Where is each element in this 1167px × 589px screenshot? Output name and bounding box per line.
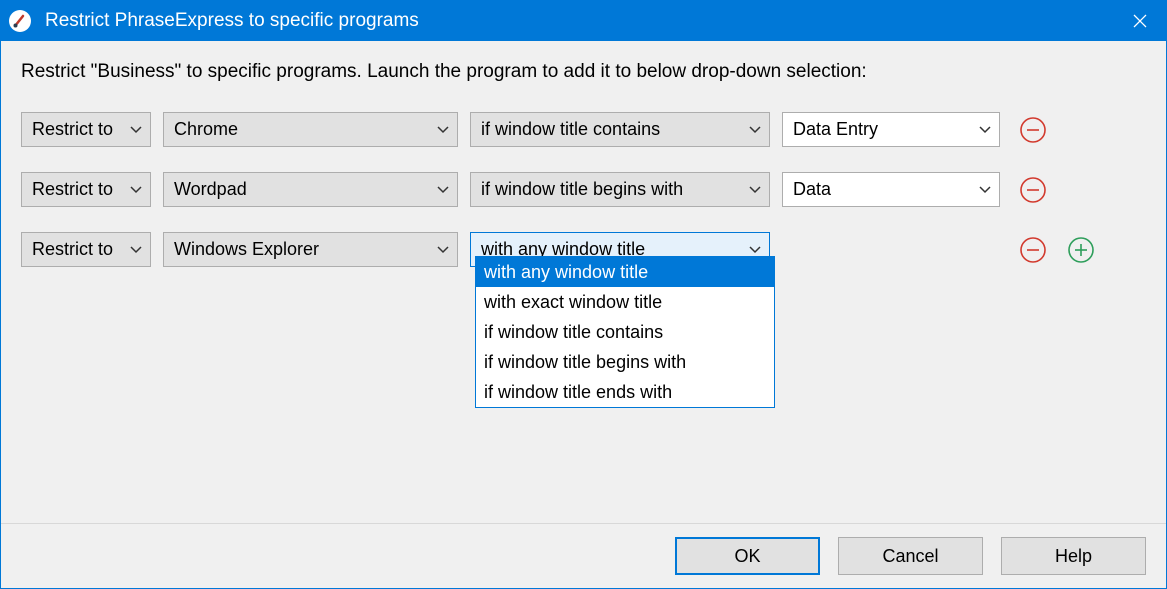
program-value: Windows Explorer [174, 239, 319, 260]
title-value: Data Entry [793, 119, 878, 140]
minus-circle-icon [1019, 236, 1047, 264]
title-value: Data [793, 179, 831, 200]
dropdown-option[interactable]: if window title contains [476, 317, 774, 347]
help-button[interactable]: Help [1001, 537, 1146, 575]
window-title: Restrict PhraseExpress to specific progr… [45, 10, 1114, 32]
app-icon [9, 10, 31, 32]
chevron-down-icon [437, 186, 449, 194]
chevron-down-icon [749, 126, 761, 134]
title-combo[interactable]: Data Entry [782, 112, 1000, 147]
action-value: Restrict to [32, 239, 113, 260]
action-combo[interactable]: Restrict to [21, 172, 151, 207]
action-value: Restrict to [32, 119, 113, 140]
action-value: Restrict to [32, 179, 113, 200]
dialog-footer: OK Cancel Help [1, 523, 1166, 588]
chevron-down-icon [749, 186, 761, 194]
program-combo[interactable]: Chrome [163, 112, 458, 147]
program-value: Chrome [174, 119, 238, 140]
chevron-down-icon [979, 186, 991, 194]
minus-circle-icon [1019, 176, 1047, 204]
minus-circle-icon [1019, 116, 1047, 144]
dropdown-option[interactable]: with exact window title [476, 287, 774, 317]
dropdown-option[interactable]: with any window title [476, 257, 774, 287]
condition-dropdown-list: with any window title with exact window … [475, 256, 775, 408]
chevron-down-icon [130, 126, 142, 134]
chevron-down-icon [437, 126, 449, 134]
chevron-down-icon [130, 186, 142, 194]
condition-value: if window title begins with [481, 179, 683, 200]
cancel-button[interactable]: Cancel [838, 537, 983, 575]
close-icon [1133, 14, 1147, 28]
rule-row: Restrict to Chrome if window title conta… [21, 111, 1146, 148]
ok-button[interactable]: OK [675, 537, 820, 575]
add-rule-button[interactable] [1066, 235, 1096, 265]
chevron-down-icon [437, 246, 449, 254]
plus-circle-icon [1067, 236, 1095, 264]
condition-combo[interactable]: if window title begins with [470, 172, 770, 207]
program-value: Wordpad [174, 179, 247, 200]
program-combo[interactable]: Windows Explorer [163, 232, 458, 267]
rule-row: Restrict to Wordpad if window title begi… [21, 171, 1146, 208]
instruction-text: Restrict "Business" to specific programs… [21, 61, 1146, 83]
remove-rule-button[interactable] [1018, 235, 1048, 265]
close-button[interactable] [1114, 1, 1166, 41]
title-combo[interactable]: Data [782, 172, 1000, 207]
dropdown-option[interactable]: if window title ends with [476, 377, 774, 407]
action-combo[interactable]: Restrict to [21, 232, 151, 267]
chevron-down-icon [749, 246, 761, 254]
condition-value: if window title contains [481, 119, 660, 140]
remove-rule-button[interactable] [1018, 175, 1048, 205]
remove-rule-button[interactable] [1018, 115, 1048, 145]
chevron-down-icon [979, 126, 991, 134]
program-combo[interactable]: Wordpad [163, 172, 458, 207]
rules-list: Restrict to Chrome if window title conta… [21, 111, 1146, 268]
dialog-window: Restrict PhraseExpress to specific progr… [0, 0, 1167, 589]
dropdown-option[interactable]: if window title begins with [476, 347, 774, 377]
condition-combo[interactable]: if window title contains [470, 112, 770, 147]
chevron-down-icon [130, 246, 142, 254]
titlebar: Restrict PhraseExpress to specific progr… [1, 1, 1166, 41]
content-area: Restrict "Business" to specific programs… [1, 41, 1166, 523]
action-combo[interactable]: Restrict to [21, 112, 151, 147]
